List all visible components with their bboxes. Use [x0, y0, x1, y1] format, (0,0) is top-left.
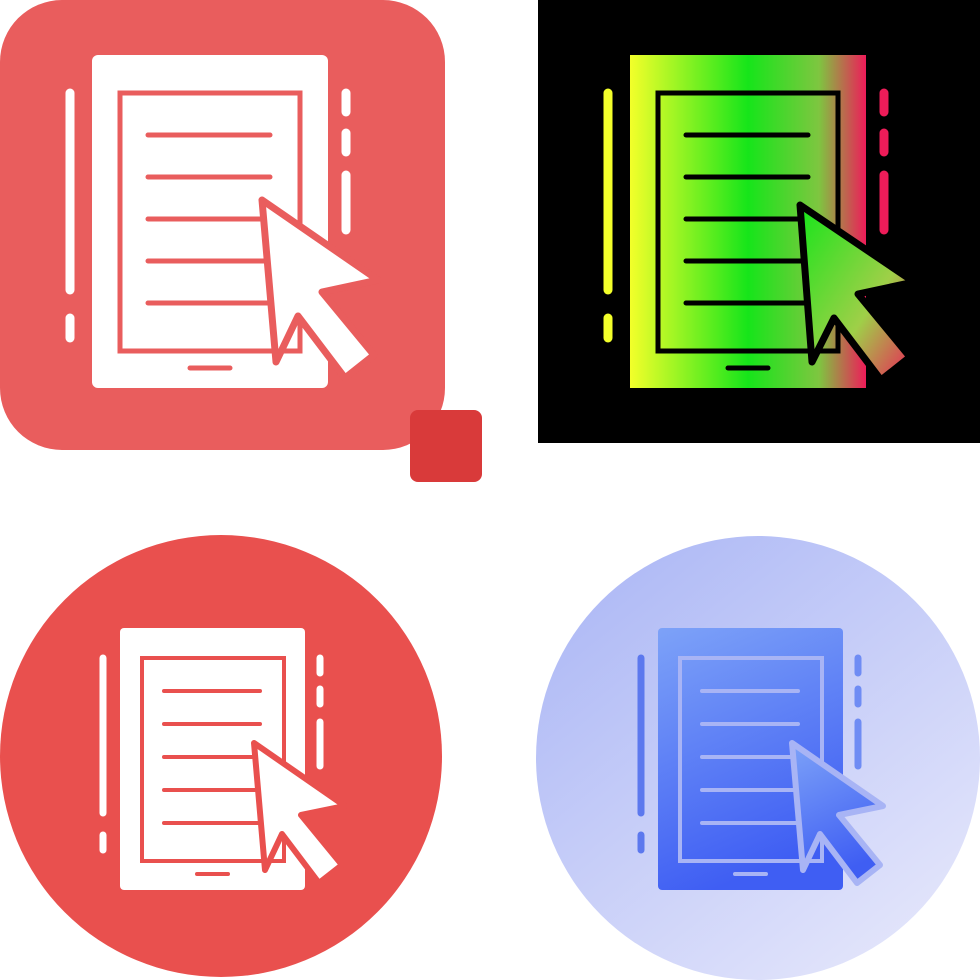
tablet-document-cursor-icon-gradient — [538, 0, 980, 443]
icon-set-grid — [0, 0, 980, 980]
tablet-document-cursor-icon-red-circle — [0, 535, 442, 977]
accent-square — [410, 410, 482, 482]
tablet-document-cursor-icon-blue-circle — [536, 536, 980, 980]
tablet-document-cursor-icon-red-rounded — [0, 0, 482, 482]
